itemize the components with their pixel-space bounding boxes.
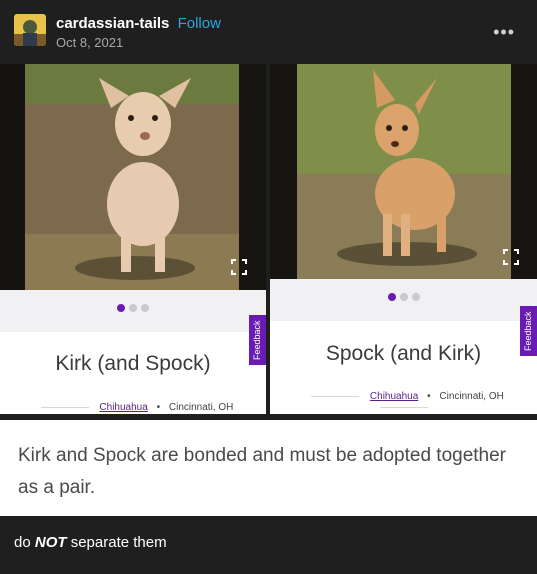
carousel-dots: [270, 288, 537, 306]
fullscreen-icon[interactable]: [231, 259, 247, 275]
meta-separator: •: [156, 402, 161, 413]
divider: [40, 406, 89, 408]
post-header: cardassian-tails Follow Oct 8, 2021 •••: [0, 0, 537, 64]
meta-separator: •: [427, 391, 431, 402]
divider: [311, 395, 360, 397]
adoption-listing-spock: Spock (and Kirk) Chihuahua • Cincinnati,…: [270, 64, 537, 414]
post-body-text: do NOT separate them: [14, 534, 167, 551]
carousel-bar: [0, 290, 266, 332]
fullscreen-icon[interactable]: [503, 249, 519, 265]
carousel-dot-3[interactable]: [411, 293, 420, 301]
follow-button[interactable]: Follow: [178, 15, 221, 32]
breed-link[interactable]: Chihuahua: [370, 391, 418, 402]
feedback-tab[interactable]: Feedback: [249, 315, 266, 365]
dog-photo-spock[interactable]: [297, 64, 511, 279]
post-date[interactable]: Oct 8, 2021: [56, 35, 123, 50]
listing-title: Kirk (and Spock): [55, 352, 211, 375]
carousel-dots: [0, 299, 266, 317]
location-text: Cincinnati, OH: [168, 402, 234, 413]
carousel-dot-2[interactable]: [399, 293, 408, 301]
carousel-dot-2[interactable]: [129, 304, 137, 312]
carousel-dot-1[interactable]: [117, 304, 125, 312]
location-text: Cincinnati, OH: [439, 391, 504, 402]
breed-link[interactable]: Chihuahua: [99, 402, 147, 413]
carousel-dot-3[interactable]: [141, 304, 149, 312]
carousel-dot-1[interactable]: [387, 293, 396, 301]
post-text-prefix: do: [14, 534, 31, 551]
caption-image-text: Kirk and Spock are bonded and must be ad…: [18, 445, 507, 498]
caption-image: Kirk and Spock are bonded and must be ad…: [0, 420, 537, 516]
post-text-suffix: separate them: [70, 534, 167, 551]
dog-photo-kirk[interactable]: [25, 64, 239, 290]
feedback-tab[interactable]: Feedback: [520, 306, 537, 356]
carousel-bar: [270, 279, 537, 321]
post-text-emphasis: NOT: [34, 534, 67, 551]
adoption-listing-kirk: Kirk (and Spock) Chihuahua • Cincinnati,…: [0, 64, 266, 414]
divider: [379, 406, 428, 408]
blog-avatar[interactable]: [14, 14, 46, 46]
blog-name-row: cardassian-tails Follow: [56, 15, 221, 32]
listing-meta: Chihuahua • Cincinnati, OH: [270, 391, 537, 413]
ellipsis-icon[interactable]: •••: [493, 22, 515, 43]
photo-edge: [0, 64, 25, 290]
blog-name-link[interactable]: cardassian-tails: [56, 15, 169, 32]
listing-meta: Chihuahua • Cincinnati, OH: [0, 402, 266, 414]
listing-title: Spock (and Kirk): [325, 342, 482, 365]
